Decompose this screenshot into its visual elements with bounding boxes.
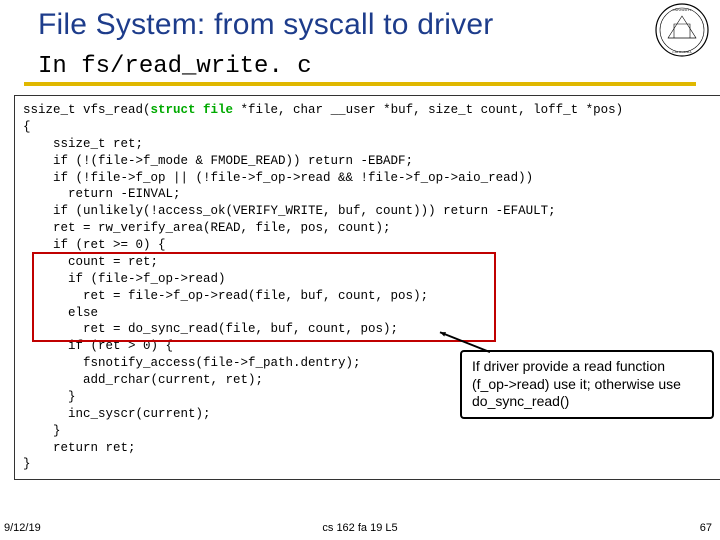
svg-text:CALIFORNIA: CALIFORNIA: [672, 50, 692, 54]
footer-course: cs 162 fa 19 L5: [322, 522, 397, 534]
footer-date: 9/12/19: [4, 522, 41, 534]
code-listing: ssize_t vfs_read(struct file *file, char…: [14, 95, 720, 480]
slide-subtitle: In fs/read_write. c: [38, 53, 312, 80]
footer-page-number: 67: [700, 522, 712, 534]
title-underline: [24, 82, 696, 86]
annotation-callout: If driver provide a read function (f_op-…: [460, 350, 714, 419]
slide-title: File System: from syscall to driver: [38, 8, 493, 42]
svg-text:UNIVERSITY: UNIVERSITY: [672, 8, 692, 12]
annotation-text: If driver provide a read function (f_op-…: [472, 358, 681, 409]
university-seal-icon: UNIVERSITY CALIFORNIA: [654, 2, 710, 58]
